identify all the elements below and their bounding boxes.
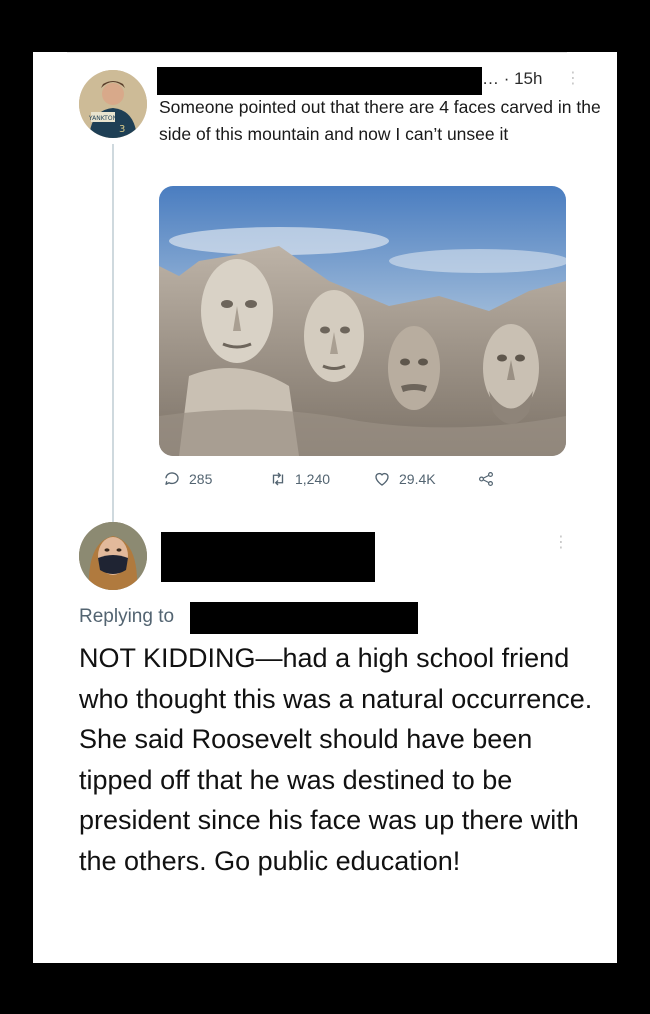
thread-line bbox=[112, 144, 114, 524]
avatar[interactable] bbox=[79, 522, 147, 590]
svg-text:3: 3 bbox=[119, 124, 125, 135]
tweet-timestamp[interactable]: … · 15h bbox=[482, 69, 542, 89]
like-count: 29.4K bbox=[399, 471, 436, 487]
retweet-icon bbox=[272, 472, 284, 486]
retweet-count: 1,240 bbox=[295, 471, 331, 487]
more-icon[interactable]: ⋮ bbox=[553, 532, 569, 552]
redacted-handle bbox=[190, 602, 418, 634]
like-icon bbox=[375, 472, 389, 486]
reply-count: 285 bbox=[189, 471, 213, 487]
share-icon bbox=[479, 472, 493, 486]
replying-to-label: Replying to bbox=[79, 606, 175, 627]
reply-icon bbox=[165, 472, 179, 485]
svg-text:YANKTON: YANKTON bbox=[88, 115, 117, 122]
tweet-actions: 285 1,240 29.4K bbox=[159, 470, 569, 496]
avatar[interactable]: YANKTON 3 bbox=[79, 70, 147, 138]
reply-text: NOT KIDDING—had a high school friend who… bbox=[79, 643, 593, 876]
share-action[interactable] bbox=[477, 470, 495, 488]
screenshot-card: YANKTON 3 … · 15h ⋮ Someone pointed out … bbox=[33, 52, 617, 963]
divider bbox=[67, 52, 567, 53]
redacted-username bbox=[161, 532, 375, 582]
redacted-username bbox=[157, 67, 482, 95]
tweet-text: Someone pointed out that there are 4 fac… bbox=[159, 97, 601, 144]
more-icon[interactable]: ⋮ bbox=[565, 68, 581, 88]
like-action[interactable]: 29.4K bbox=[373, 470, 436, 488]
reply-action[interactable]: 285 bbox=[163, 470, 212, 488]
tweet-photo[interactable] bbox=[159, 186, 566, 456]
retweet-action[interactable]: 1,240 bbox=[269, 470, 330, 488]
